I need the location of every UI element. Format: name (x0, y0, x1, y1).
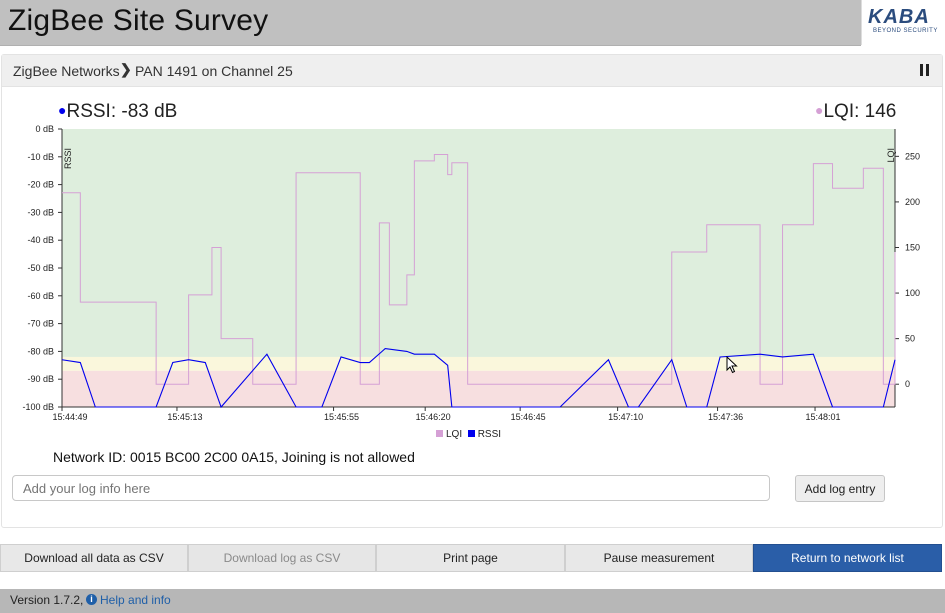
lqi-swatch (436, 430, 443, 437)
app-header: ZigBee Site Survey (0, 0, 861, 46)
pause-measurement-button[interactable]: Pause measurement (565, 544, 753, 572)
page-title: ZigBee Site Survey (8, 4, 269, 37)
right-tick-label: 0 (905, 379, 910, 389)
left-tick-label: 0 dB (35, 124, 54, 134)
add-log-entry-button[interactable]: Add log entry (795, 475, 885, 502)
rssi-swatch (467, 430, 475, 437)
breadcrumb-current: PAN 1491 on Channel 25 (135, 63, 293, 79)
version-text: Version 1.7.2, (10, 593, 84, 607)
right-tick-label: 200 (905, 197, 920, 207)
left-tick-label: -50 dB (27, 263, 54, 273)
log-input[interactable] (12, 475, 770, 501)
x-tick-label: 15:48:01 (806, 412, 841, 422)
download-all-csv-button[interactable]: Download all data as CSV (0, 544, 188, 572)
chevron-right-icon: ❯ (120, 61, 132, 77)
quality-zones (62, 129, 895, 407)
legend-rssi: RSSI (477, 429, 502, 440)
left-tick-label: -60 dB (27, 291, 54, 301)
left-axis-label: RSSI (63, 148, 73, 169)
x-tick-label: 15:47:36 (708, 412, 743, 422)
kaba-logo: KABA BEYOND SECURITY (861, 0, 945, 45)
info-icon[interactable]: i (86, 594, 97, 605)
zone-bad (62, 370, 895, 407)
chart-legend: LQI RSSI (436, 429, 501, 440)
help-link[interactable]: Help and info (100, 593, 171, 607)
left-tick-label: -20 dB (27, 180, 54, 190)
lqi-value: LQI: 146 (823, 101, 897, 122)
mouse-cursor-icon (726, 356, 738, 374)
left-tick-label: -30 dB (27, 207, 54, 217)
x-tick-label: 15:47:10 (608, 412, 643, 422)
rssi-value: RSSI: -83 dB (66, 101, 178, 122)
right-tick-label: 50 (905, 334, 915, 344)
download-log-csv-button[interactable]: Download log as CSV (188, 544, 376, 572)
zone-good (62, 129, 895, 357)
x-tick-label: 15:45:55 (324, 412, 359, 422)
x-tick-label: 15:46:20 (416, 412, 451, 422)
network-info: Network ID: 0015 BC00 2C00 0A15, Joining… (53, 449, 415, 465)
left-tick-label: -70 dB (27, 319, 54, 329)
left-tick-label: -100 dB (22, 402, 54, 412)
x-tick-label: 15:45:13 (167, 412, 202, 422)
pause-icon[interactable] (920, 64, 930, 76)
action-bar: Download all data as CSV Download log as… (0, 544, 945, 572)
left-tick-label: -10 dB (27, 152, 54, 162)
left-tick-label: -80 dB (27, 346, 54, 356)
x-tick-label: 15:44:49 (52, 412, 87, 422)
logo-wordmark: KABA (868, 6, 930, 28)
left-tick-label: -40 dB (27, 235, 54, 245)
right-tick-label: 100 (905, 288, 920, 298)
right-tick-label: 250 (905, 151, 920, 161)
left-tick-label: -90 dB (27, 374, 54, 384)
breadcrumb-networks-link[interactable]: ZigBee Networks (13, 63, 120, 79)
print-page-button[interactable]: Print page (376, 544, 565, 572)
x-tick-label: 15:46:45 (511, 412, 546, 422)
signal-chart: 0 dB -10 dB -20 dB -30 dB -40 dB -50 dB -60 dB… (22, 124, 920, 422)
zone-warn (62, 356, 895, 371)
right-tick-label: 150 (905, 242, 920, 252)
right-axis-label: LQI (886, 148, 896, 163)
logo-tagline: BEYOND SECURITY (873, 28, 938, 34)
return-to-network-list-button[interactable]: Return to network list (753, 544, 942, 572)
breadcrumb: ZigBee Networks ❯ PAN 1491 on Channel 25 (2, 55, 942, 87)
legend-lqi: LQI (446, 429, 463, 440)
footer: Version 1.7.2, i Help and info (0, 589, 945, 613)
